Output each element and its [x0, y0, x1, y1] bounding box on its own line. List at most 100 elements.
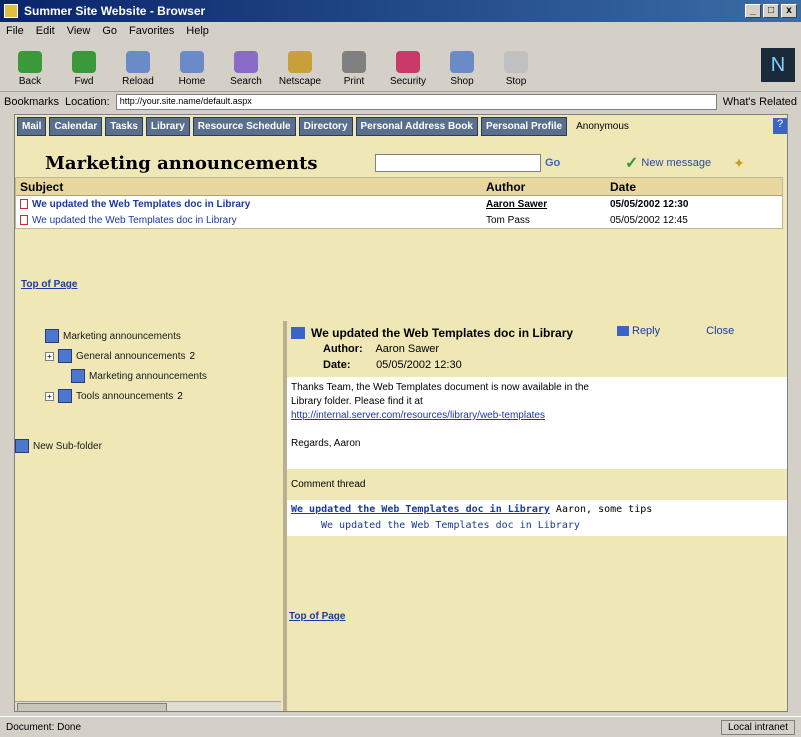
thread-reply[interactable]: We updated the Web Templates doc in Libr… [291, 518, 785, 534]
table-row[interactable]: We updated the Web Templates doc in Libr… [16, 196, 782, 212]
tree-item-label[interactable]: Tools announcements [76, 391, 173, 402]
body-signature: Regards, Aaron [291, 438, 361, 449]
menu-favorites[interactable]: Favorites [129, 25, 174, 37]
toolbar-label: Shop [450, 76, 474, 87]
tab-library[interactable]: Library [145, 116, 190, 136]
tab-mail[interactable]: Mail [17, 116, 47, 136]
column-subject[interactable]: Subject [16, 180, 486, 194]
status-bar: Document: Done Local intranet [0, 716, 801, 737]
tab-resource-schedule[interactable]: Resource Schedule [192, 116, 296, 136]
reply-icon [617, 326, 629, 336]
browser-throbber-icon: N [761, 48, 795, 82]
tree-item[interactable]: + Tools announcements 2 [45, 389, 183, 403]
reply-button[interactable]: Reply [617, 325, 660, 337]
body-line-2: Library folder. Please find it at [291, 396, 423, 407]
toolbar-shop-button[interactable]: Shop [442, 51, 482, 87]
row-author[interactable]: Tom Pass [486, 215, 610, 226]
toolbar-reload-button[interactable]: Reload [118, 51, 158, 87]
menu-edit[interactable]: Edit [36, 25, 55, 37]
maximize-button[interactable]: □ [763, 4, 779, 18]
bottom-top-of-page-link[interactable]: Top of Page [289, 611, 345, 622]
row-subject[interactable]: We updated the Web Templates doc in Libr… [16, 215, 486, 226]
new-subfolder-label[interactable]: New Sub-folder [33, 441, 102, 452]
expand-icon[interactable]: + [45, 391, 54, 401]
menu-help[interactable]: Help [186, 25, 209, 37]
toolbar-print-button[interactable]: Print [334, 51, 374, 87]
tree-item-count: 2 [189, 350, 196, 362]
folder-tree-pane: Marketing announcements + General announ… [15, 321, 281, 711]
tab-directory[interactable]: Directory [298, 116, 353, 136]
tab-calendar[interactable]: Calendar [49, 116, 103, 136]
window-title: Summer Site Website - Browser [24, 4, 206, 18]
address-bar: Bookmarks Location: http://your.site.nam… [0, 92, 801, 112]
whats-related-button[interactable]: What's Related [723, 96, 797, 108]
toolbar-label: Security [389, 76, 427, 87]
row-subject[interactable]: We updated the Web Templates doc in Libr… [16, 199, 486, 210]
tree-item[interactable]: Marketing announcements [71, 369, 207, 383]
message-author[interactable]: Aaron Sawer [375, 343, 439, 355]
search-input[interactable] [375, 154, 541, 172]
minimize-button[interactable]: _ [745, 4, 761, 18]
tree-item[interactable]: Marketing announcements [45, 329, 181, 343]
bookmarks-button[interactable]: Bookmarks [4, 96, 59, 108]
tree-item-label[interactable]: Marketing announcements [89, 371, 207, 382]
tree-item[interactable]: + General announcements 2 [45, 349, 195, 363]
author-label: Author: [323, 343, 363, 355]
toolbar-home-button[interactable]: Home [172, 51, 212, 87]
search-icon [234, 51, 258, 73]
current-user: Anonymous [576, 120, 629, 132]
toolbar-label: Search [230, 76, 262, 87]
row-subject-text[interactable]: We updated the Web Templates doc in Libr… [32, 199, 250, 210]
print-icon [342, 51, 366, 73]
toolbar-stop-button[interactable]: Stop [496, 51, 536, 87]
body-url-link[interactable]: http://internal.server.com/resources/lib… [291, 409, 785, 423]
expand-icon[interactable]: + [45, 351, 54, 361]
toolbar-security-button[interactable]: Security [388, 51, 428, 87]
toolbar-netscape-button[interactable]: Netscape [279, 51, 321, 87]
horizontal-scrollbar[interactable] [15, 701, 281, 711]
page-viewport: Mail Calendar Tasks Library Resource Sch… [14, 114, 788, 712]
close-button[interactable]: x [781, 4, 797, 18]
checkmark-icon: ✓ [625, 155, 639, 172]
tab-personal-profile[interactable]: Personal Profile [480, 116, 568, 136]
menu-go[interactable]: Go [102, 25, 117, 37]
tab-tasks[interactable]: Tasks [105, 116, 143, 136]
column-date[interactable]: Date [610, 180, 780, 194]
toolbar-back-button[interactable]: Back [10, 51, 50, 87]
help-icon[interactable]: ? [773, 118, 787, 134]
new-message-button[interactable]: ✓ New message [625, 153, 711, 173]
folder-icon [58, 389, 72, 403]
browser-toolbar: Back Fwd Reload Home Search Netscape Print Secu… [0, 40, 801, 92]
row-author[interactable]: Aaron Sawer [486, 199, 610, 210]
scrollbar-thumb[interactable] [17, 703, 167, 711]
security-zone: Local intranet [720, 719, 795, 735]
message-icon [291, 327, 305, 339]
menu-file[interactable]: File [6, 25, 24, 37]
settings-icon[interactable]: ✦ [733, 155, 745, 172]
url-input[interactable]: http://your.site.name/default.aspx [115, 94, 717, 110]
thread-item[interactable]: We updated the Web Templates doc in Libr… [291, 502, 785, 518]
list-header: Subject Author Date [16, 178, 782, 196]
tree-item-label[interactable]: General announcements [76, 351, 186, 362]
tree-item-label[interactable]: Marketing announcements [63, 331, 181, 342]
toolbar-search-button[interactable]: Search [226, 51, 266, 87]
new-subfolder-link[interactable]: New Sub-folder [15, 439, 102, 453]
thread-reply-link[interactable]: We updated the Web Templates doc in Libr… [321, 520, 580, 531]
thread-item-link[interactable]: We updated the Web Templates doc in Libr… [291, 504, 550, 515]
search-go-button[interactable]: Go [545, 157, 563, 169]
reload-icon [126, 51, 150, 73]
menu-view[interactable]: View [67, 25, 91, 37]
message-header: We updated the Web Templates doc in Libr… [287, 321, 787, 377]
toolbar-fwd-button[interactable]: Fwd [64, 51, 104, 87]
message-date-row: Date: 05/05/2002 12:30 [323, 357, 785, 373]
tab-personal-address-book[interactable]: Personal Address Book [355, 116, 478, 136]
column-author[interactable]: Author [486, 180, 610, 194]
top-of-page-link[interactable]: Top of Page [21, 279, 77, 290]
row-subject-text[interactable]: We updated the Web Templates doc in Libr… [32, 215, 237, 226]
close-message-button[interactable]: Close [706, 325, 734, 337]
toolbar-label: Stop [505, 76, 527, 87]
fwd-icon [72, 51, 96, 73]
home-icon [180, 51, 204, 73]
thread-item-tail: Aaron, some tips [555, 504, 653, 515]
table-row[interactable]: We updated the Web Templates doc in Libr… [16, 212, 782, 228]
